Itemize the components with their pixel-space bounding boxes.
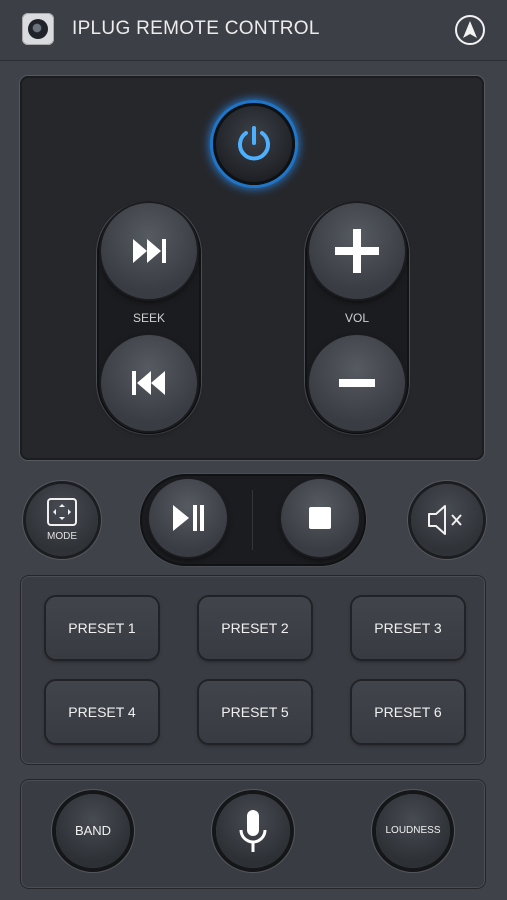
preset-2-button[interactable]: PRESET 2 xyxy=(199,597,311,659)
mute-button[interactable] xyxy=(411,484,483,556)
mode-label: MODE xyxy=(47,531,77,542)
preset-1-button[interactable]: PRESET 1 xyxy=(46,597,158,659)
seek-label: SEEK xyxy=(132,311,165,325)
preset-3-button[interactable]: PRESET 3 xyxy=(352,597,464,659)
app-header: IPLUG REMOTE CONTROL xyxy=(0,0,507,61)
microphone-button[interactable] xyxy=(216,794,290,868)
volume-down-button[interactable] xyxy=(309,335,405,431)
volume-label: VOL xyxy=(344,311,369,325)
preset-5-button[interactable]: PRESET 5 xyxy=(199,681,311,743)
transport-divider xyxy=(252,490,253,550)
band-button[interactable]: BAND xyxy=(56,794,130,868)
volume-up-button[interactable] xyxy=(309,203,405,299)
stop-button[interactable] xyxy=(281,479,359,557)
plus-icon xyxy=(335,229,379,273)
loudness-button[interactable]: LOUDNESS xyxy=(376,794,450,868)
minus-icon xyxy=(339,379,375,387)
skip-back-icon xyxy=(132,371,165,395)
mode-button[interactable]: MODE xyxy=(26,484,98,556)
app-title: IPLUG REMOTE CONTROL xyxy=(72,18,320,39)
play-pause-icon xyxy=(173,505,204,531)
mute-icon xyxy=(428,505,462,535)
microphone-icon xyxy=(239,810,267,852)
preset-6-button[interactable]: PRESET 6 xyxy=(352,681,464,743)
navigation-arrow-icon[interactable] xyxy=(454,14,486,46)
camera-lens-icon[interactable] xyxy=(22,13,54,45)
seek-forward-button[interactable] xyxy=(101,203,197,299)
stop-icon xyxy=(309,507,331,529)
play-pause-button[interactable] xyxy=(149,479,227,557)
preset-4-button[interactable]: PRESET 4 xyxy=(46,681,158,743)
skip-forward-icon xyxy=(133,239,166,263)
mode-icon xyxy=(47,498,77,526)
seek-back-button[interactable] xyxy=(101,335,197,431)
power-button[interactable] xyxy=(213,103,295,185)
power-icon xyxy=(238,126,270,161)
